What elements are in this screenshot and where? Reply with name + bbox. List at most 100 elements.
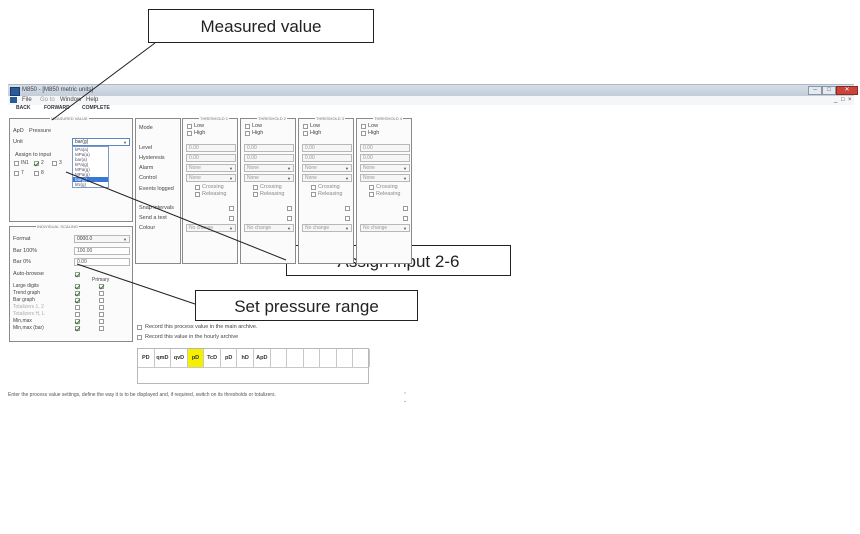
- high-checkbox[interactable]: [303, 131, 308, 136]
- send-text-checkbox[interactable]: [229, 216, 234, 221]
- scaling-checkbox[interactable]: [75, 319, 80, 324]
- colour-select[interactable]: No change ▼: [186, 224, 236, 232]
- primary-checkbox[interactable]: [99, 291, 104, 296]
- high-checkbox[interactable]: [245, 131, 250, 136]
- snap-checkbox[interactable]: [345, 206, 350, 211]
- crossing-checkbox[interactable]: [311, 185, 316, 190]
- process-value-tab[interactable]: [320, 349, 337, 367]
- control-select[interactable]: None ▼: [186, 174, 236, 182]
- process-value-tab[interactable]: hD: [237, 349, 254, 367]
- mdi-minimize-button[interactable]: _: [834, 97, 837, 103]
- level-input[interactable]: 0.00: [244, 144, 294, 152]
- control-select[interactable]: None ▼: [360, 174, 410, 182]
- low-checkbox[interactable]: [187, 124, 192, 129]
- input-checkbox-7[interactable]: [14, 171, 19, 176]
- primary-checkbox[interactable]: [99, 305, 104, 310]
- control-select[interactable]: None ▼: [244, 174, 294, 182]
- hysteresis-input[interactable]: 0.00: [244, 154, 294, 162]
- send-text-checkbox[interactable]: [287, 216, 292, 221]
- primary-checkbox[interactable]: [99, 298, 104, 303]
- releasing-checkbox[interactable]: [311, 192, 316, 197]
- input-checkbox-8[interactable]: [34, 171, 39, 176]
- colour-select[interactable]: No change ▼: [244, 224, 294, 232]
- process-value-tab[interactable]: [337, 349, 354, 367]
- menu-file[interactable]: File: [22, 97, 32, 103]
- level-input[interactable]: 0.00: [302, 144, 352, 152]
- format-select[interactable]: 0000.0 ▼: [74, 235, 130, 243]
- low-checkbox[interactable]: [361, 124, 366, 129]
- releasing-checkbox[interactable]: [195, 192, 200, 197]
- close-button[interactable]: ✕: [836, 86, 858, 95]
- maximize-button[interactable]: □: [822, 86, 836, 95]
- menu-help[interactable]: Help: [86, 97, 98, 103]
- scaling-checkbox[interactable]: [75, 291, 80, 296]
- primary-checkbox[interactable]: [99, 312, 104, 317]
- alarm-select[interactable]: None ▼: [302, 164, 352, 172]
- crossing-checkbox[interactable]: [195, 185, 200, 190]
- primary-checkbox[interactable]: [99, 326, 104, 331]
- alarm-select[interactable]: None ▼: [244, 164, 294, 172]
- process-value-tab[interactable]: [271, 349, 288, 367]
- unit-options-list[interactable]: kPa(a) MPa(a) bar(a) kPa(g) MPa(g) MPa(g) bar(…: [72, 146, 109, 188]
- bar0-input[interactable]: 0.00: [74, 258, 130, 266]
- control-select[interactable]: None ▼: [302, 174, 352, 182]
- input-checkbox-2[interactable]: [34, 161, 39, 166]
- primary-checkbox[interactable]: [99, 284, 104, 289]
- releasing-checkbox[interactable]: [253, 192, 258, 197]
- scroll-arrows-icon[interactable]: ⌃ ⌄: [403, 392, 407, 404]
- crossing-checkbox[interactable]: [369, 185, 374, 190]
- hysteresis-input[interactable]: 0.00: [360, 154, 410, 162]
- send-text-checkbox[interactable]: [345, 216, 350, 221]
- snap-checkbox[interactable]: [287, 206, 292, 211]
- process-value-tab[interactable]: qmD: [155, 349, 172, 367]
- level-input[interactable]: 0.00: [360, 144, 410, 152]
- bar100-input[interactable]: 100.00: [74, 247, 130, 255]
- autobrowse-checkbox[interactable]: [75, 272, 80, 277]
- crossing-checkbox[interactable]: [253, 185, 258, 190]
- process-value-tab[interactable]: TcD: [204, 349, 221, 367]
- process-value-tab[interactable]: pD: [187, 349, 205, 367]
- scaling-checkbox[interactable]: [75, 326, 80, 331]
- scaling-checkbox[interactable]: [75, 312, 80, 317]
- low-checkbox[interactable]: [303, 124, 308, 129]
- hysteresis-input[interactable]: 0.00: [186, 154, 236, 162]
- input-checkbox-in1[interactable]: [14, 161, 19, 166]
- process-value-tab[interactable]: PD: [138, 349, 155, 367]
- forward-button[interactable]: FORWARD: [44, 105, 70, 111]
- mdi-close-button[interactable]: ×: [848, 97, 852, 103]
- hysteresis-input[interactable]: 0.00: [302, 154, 352, 162]
- process-value-tab[interactable]: [353, 349, 370, 367]
- mdi-restore-button[interactable]: □: [841, 97, 845, 103]
- process-value-tab[interactable]: pD: [221, 349, 238, 367]
- unit-option[interactable]: kN(g): [73, 182, 108, 187]
- menu-window[interactable]: Window: [60, 97, 81, 103]
- complete-button[interactable]: COMPLETE: [82, 105, 110, 111]
- snap-checkbox[interactable]: [403, 206, 408, 211]
- minimize-button[interactable]: –: [808, 86, 822, 95]
- process-value-tab[interactable]: [287, 349, 304, 367]
- process-value-tab[interactable]: qvD: [171, 349, 188, 367]
- alarm-select[interactable]: None ▼: [360, 164, 410, 172]
- process-value-tab[interactable]: [304, 349, 321, 367]
- colour-select[interactable]: No change ▼: [360, 224, 410, 232]
- menu-goto[interactable]: Go to: [40, 97, 55, 103]
- high-checkbox[interactable]: [187, 131, 192, 136]
- low-checkbox[interactable]: [245, 124, 250, 129]
- process-value-tab[interactable]: ApD: [254, 349, 271, 367]
- alarm-select[interactable]: None ▼: [186, 164, 236, 172]
- back-button[interactable]: BACK: [16, 105, 30, 111]
- primary-checkbox[interactable]: [99, 319, 104, 324]
- releasing-checkbox[interactable]: [369, 192, 374, 197]
- send-text-checkbox[interactable]: [403, 216, 408, 221]
- unit-select[interactable]: bar(g) ▼: [72, 138, 130, 146]
- scaling-checkbox[interactable]: [75, 305, 80, 310]
- input-checkbox-3[interactable]: [52, 161, 57, 166]
- colour-select[interactable]: No change ▼: [302, 224, 352, 232]
- high-checkbox[interactable]: [361, 131, 366, 136]
- scaling-checkbox[interactable]: [75, 298, 80, 303]
- archive-hourly-checkbox[interactable]: [137, 335, 142, 340]
- snap-checkbox[interactable]: [229, 206, 234, 211]
- archive-main-checkbox[interactable]: [137, 325, 142, 330]
- level-input[interactable]: 0.00: [186, 144, 236, 152]
- scaling-checkbox[interactable]: [75, 284, 80, 289]
